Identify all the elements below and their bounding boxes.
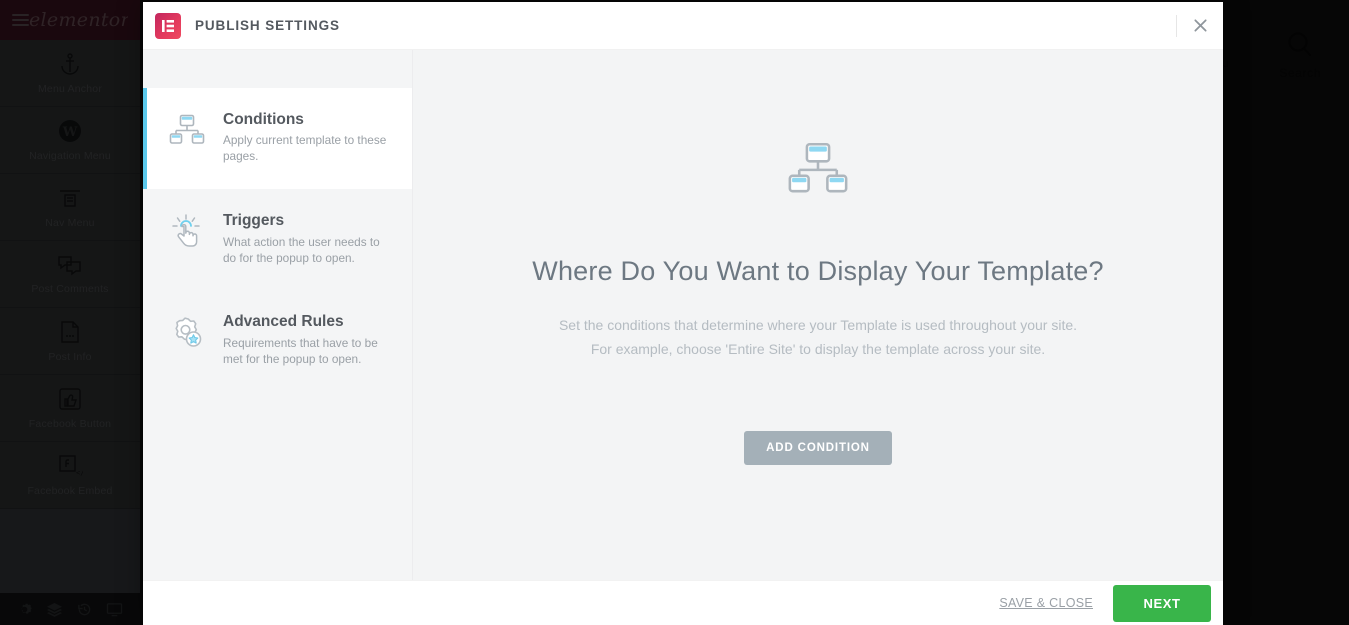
sitemap-icon [169,110,205,147]
nav-item-texts: Advanced Rules Requirements that have to… [223,312,394,367]
content-subtitle-line1: Set the conditions that determine where … [558,317,1078,333]
save-and-close-link[interactable]: SAVE & CLOSE [999,596,1093,610]
content-subtitle-line2: For example, choose 'Entire Site' to dis… [590,341,1046,358]
content-subtitle: Set the conditions that determine where … [559,313,1077,361]
nav-item-title: Conditions [223,111,304,128]
nav-item-texts: Triggers What action the user needs to d… [223,211,394,266]
nav-item-title: Triggers [223,212,285,230]
nav-item-desc: Requirements that have to be met for the… [223,335,378,366]
click-hand-icon [169,211,205,252]
content-heading: Where Do You Want to Display Your Templa… [532,256,1104,286]
gear-star-icon [169,312,205,351]
add-condition-button[interactable]: ADD CONDITION [744,431,892,466]
nav-item-desc: Apply current template to these pages. [223,133,387,164]
next-button[interactable]: NEXT [1113,584,1211,622]
nav-item-texts: Conditions Apply current template to the… [223,110,394,165]
modal-footer: SAVE & CLOSE NEXT [143,580,1223,625]
nav-item-conditions[interactable]: Conditions Apply current template to the… [143,88,412,190]
nav-item-advanced-rules[interactable]: Advanced Rules Requirements that have to… [143,290,412,391]
modal-content-panel: Where Do You Want to Display Your Templa… [413,50,1223,580]
nav-item-triggers[interactable]: Triggers What action the user needs to d… [143,189,412,290]
modal-sidebar-nav: Conditions Apply current template to the… [143,50,413,580]
modal-body: Conditions Apply current template to the… [143,50,1223,580]
close-icon[interactable] [1177,2,1223,50]
nav-item-title: Advanced Rules [223,313,344,331]
sitemap-icon [787,140,849,198]
modal-title: PUBLISH SETTINGS [195,18,340,33]
nav-item-desc: What action the user needs to do for the… [223,234,380,265]
modal-header: PUBLISH SETTINGS [143,2,1223,50]
publish-settings-modal: PUBLISH SETTINGS Conditions Apply curren… [143,2,1223,625]
elementor-logo-icon [155,12,181,39]
